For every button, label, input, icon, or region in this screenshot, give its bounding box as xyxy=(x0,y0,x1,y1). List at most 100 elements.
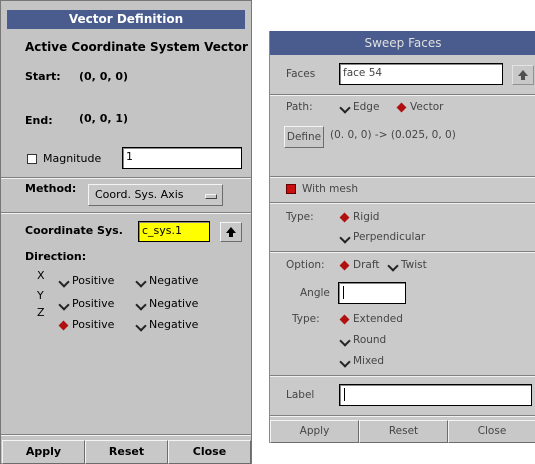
y-negative-option[interactable]: Negative xyxy=(136,297,198,310)
type-perpendicular-option[interactable]: Perpendicular xyxy=(340,231,425,243)
type2-label: Type: xyxy=(292,313,320,325)
radio-off-icon xyxy=(340,103,349,112)
sweep-reset-button[interactable]: Reset xyxy=(359,420,448,443)
faces-field[interactable]: face 54 xyxy=(339,63,503,85)
coord-sys-field[interactable]: c_sys.1 xyxy=(138,221,210,242)
method-dropdown[interactable]: Coord. Sys. Axis xyxy=(88,184,223,206)
sweep-apply-button[interactable]: Apply xyxy=(270,420,359,443)
option-label: Positive xyxy=(72,274,115,287)
path-label: Path: xyxy=(286,101,313,113)
magnitude-field[interactable]: 1 xyxy=(122,147,242,169)
axis-row-x: X xyxy=(37,269,45,282)
type2-mixed-option[interactable]: Mixed xyxy=(340,355,384,367)
end-value: (0, 0, 1) xyxy=(79,112,129,125)
vector-reset-button[interactable]: Reset xyxy=(85,440,168,464)
option-label: Perpendicular xyxy=(353,231,426,243)
angle-field[interactable] xyxy=(338,282,406,304)
option-label: Negative xyxy=(149,274,199,287)
radio-off-icon xyxy=(340,336,349,345)
start-label: Start: xyxy=(25,70,61,83)
label-field[interactable] xyxy=(339,384,532,406)
axis-label: Y xyxy=(37,289,44,302)
start-value: (0, 0, 0) xyxy=(79,70,129,83)
radio-on-icon xyxy=(59,321,68,330)
option-label: Positive xyxy=(72,297,115,310)
vector-apply-button[interactable]: Apply xyxy=(2,440,85,464)
sweep-dialog-title: Sweep Faces xyxy=(270,31,535,55)
path-edge-option[interactable]: Edge xyxy=(340,101,379,113)
with-mesh-label: With mesh xyxy=(302,183,358,195)
option-label: Negative xyxy=(149,297,199,310)
direction-label: Direction: xyxy=(25,250,87,263)
axis-row-y: Y xyxy=(37,289,44,302)
option-label: Negative xyxy=(149,318,199,331)
z-negative-option[interactable]: Negative xyxy=(136,318,198,331)
divider xyxy=(270,415,535,417)
axis-label: Z xyxy=(37,306,45,319)
type2-round-option[interactable]: Round xyxy=(340,334,386,346)
divider xyxy=(1,434,251,436)
define-button[interactable]: Define xyxy=(284,126,324,148)
dropdown-indicator-icon xyxy=(205,194,217,199)
path-vector-option[interactable]: Vector xyxy=(397,101,443,113)
option-label: Option: xyxy=(286,259,325,271)
radio-on-icon xyxy=(340,261,349,270)
option-label: Vector xyxy=(410,101,444,113)
divider xyxy=(1,177,251,179)
radio-off-icon xyxy=(388,261,397,270)
type-rigid-option[interactable]: Rigid xyxy=(340,211,379,223)
divider xyxy=(270,176,535,178)
radio-on-icon xyxy=(340,315,349,324)
magnitude-label: Magnitude xyxy=(43,152,102,165)
text-cursor xyxy=(344,388,345,401)
coord-sys-label: Coordinate Sys. xyxy=(25,224,123,237)
sweep-faces-dialog: Sweep Faces Faces face 54 Path: Edge Vec… xyxy=(269,31,535,443)
label-label: Label xyxy=(286,389,315,401)
radio-off-icon xyxy=(136,277,145,286)
divider xyxy=(270,251,535,253)
option-label: Mixed xyxy=(353,355,384,367)
x-positive-option[interactable]: Positive xyxy=(59,274,114,287)
coord-sys-pick-button[interactable] xyxy=(220,222,242,242)
radio-off-icon xyxy=(59,300,68,309)
y-positive-option[interactable]: Positive xyxy=(59,297,114,310)
with-mesh-checkbox[interactable] xyxy=(286,184,296,194)
option-label: Extended xyxy=(353,313,403,325)
method-value: Coord. Sys. Axis xyxy=(95,188,184,201)
radio-off-icon xyxy=(136,321,145,330)
option-label: Edge xyxy=(353,101,380,113)
type2-extended-option[interactable]: Extended xyxy=(340,313,403,325)
angle-label: Angle xyxy=(300,287,330,299)
option-draft-option[interactable]: Draft xyxy=(340,259,379,271)
vector-heading: Active Coordinate System Vector xyxy=(25,40,248,54)
sweep-close-button[interactable]: Close xyxy=(448,420,535,443)
radio-on-icon xyxy=(397,103,406,112)
axis-label: X xyxy=(37,269,45,282)
vector-close-button[interactable]: Close xyxy=(168,440,251,464)
axis-row-z: Z xyxy=(37,306,45,319)
radio-off-icon xyxy=(59,277,68,286)
with-mesh-toggle[interactable]: With mesh xyxy=(286,183,358,195)
define-value: (0. 0, 0) -> (0.025, 0, 0) xyxy=(330,129,456,141)
divider xyxy=(270,94,535,96)
z-positive-option[interactable]: Positive xyxy=(59,318,114,331)
magnitude-toggle[interactable]: Magnitude xyxy=(27,152,101,165)
faces-pick-button[interactable] xyxy=(512,65,534,85)
vector-definition-dialog: Vector Definition Active Coordinate Syst… xyxy=(0,0,252,464)
x-negative-option[interactable]: Negative xyxy=(136,274,198,287)
divider xyxy=(1,212,251,214)
option-label: Rigid xyxy=(353,211,380,223)
divider xyxy=(270,375,535,377)
radio-off-icon xyxy=(340,233,349,242)
option-label: Twist xyxy=(401,259,427,271)
option-twist-option[interactable]: Twist xyxy=(388,259,427,271)
type-label: Type: xyxy=(286,211,314,223)
option-label: Draft xyxy=(353,259,380,271)
text-cursor xyxy=(343,286,344,299)
vector-dialog-title: Vector Definition xyxy=(7,10,245,29)
option-label: Round xyxy=(353,334,387,346)
radio-off-icon xyxy=(136,300,145,309)
radio-off-icon xyxy=(340,357,349,366)
magnitude-checkbox[interactable] xyxy=(27,154,37,164)
option-label: Positive xyxy=(72,318,115,331)
